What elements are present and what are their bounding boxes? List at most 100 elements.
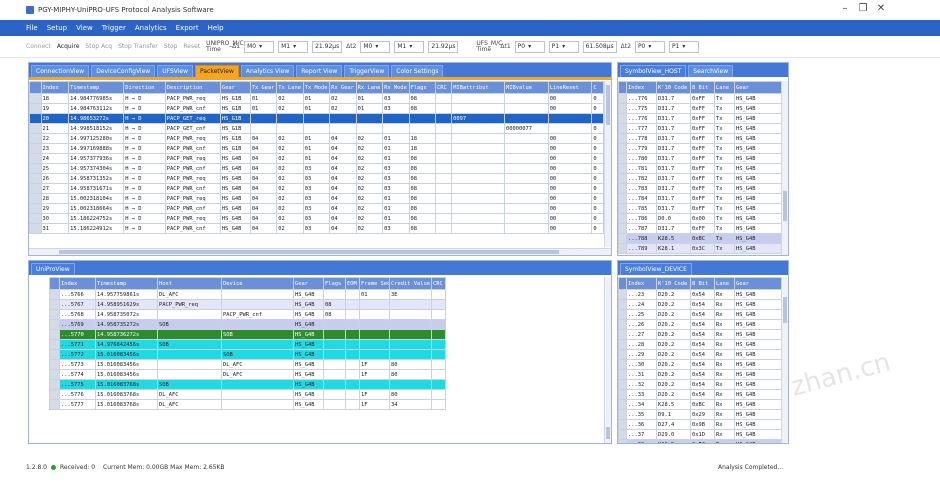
unipro-scrollbar[interactable] [604, 277, 611, 443]
symbol-host-scrollbar[interactable] [781, 81, 788, 255]
column-header[interactable]: Rx Gear [329, 81, 357, 94]
row-header[interactable] [29, 183, 42, 194]
table-row[interactable]: ...5766 14.957759861s DL_AFC HS_G4B 01 3E [49, 289, 606, 300]
row-header[interactable] [618, 213, 627, 224]
maximize-button[interactable]: ❐ [856, 3, 870, 14]
table-row[interactable]: ...5776 15.016083768s DL_AFC HS_G4B 1F 80 [49, 389, 606, 400]
table-row[interactable]: 25 14.957374304s H → D PACP_PWR_cnf HS_G4B 04… [29, 163, 604, 174]
table-row[interactable]: ...5768 14.958735072s PACP_PWR_cnf HS_G4B 08 [49, 309, 606, 320]
row-header[interactable] [29, 223, 42, 234]
table-row[interactable]: 31 15.186224912s H → D PACP_PWR_cnf HS_G4B 04… [29, 223, 604, 234]
table-row[interactable]: ...5769 14.958735272s SOB HS_G4B [49, 319, 606, 330]
column-header[interactable]: Gear [734, 277, 781, 290]
table-row[interactable]: ...5777 15.016083768s DL_AFC HS_G4B 1F 34 [49, 399, 606, 410]
table-row[interactable]: ...788 K28.5 0xBC Tx HS_G4B [618, 233, 781, 244]
table-row[interactable]: ...24 D20.2 0x54 Rx HS_G4B [618, 299, 781, 310]
marker-select-p1[interactable]: P1 ▾ [548, 40, 579, 53]
stop-acq-button[interactable]: Stop Acq [85, 43, 112, 50]
table-row[interactable]: ...778 D31.7 0xFF Tx HS_G4B [618, 133, 781, 144]
marker-select-m1-b[interactable]: M1 ▾ [394, 40, 425, 53]
marker-select-m0-b[interactable]: M0 ▾ [360, 40, 391, 53]
marker-select-m0[interactable]: M0 ▾ [244, 40, 275, 53]
marker-select-m1[interactable]: M1 ▾ [278, 40, 309, 53]
table-row[interactable]: ...787 D31.7 0xFF Tx HS_G4B [618, 223, 781, 234]
row-header[interactable] [29, 163, 42, 174]
row-header[interactable] [618, 153, 627, 164]
row-header[interactable] [618, 113, 627, 124]
row-header[interactable] [49, 369, 60, 380]
tab-packet-view[interactable]: PacketView [195, 65, 239, 77]
row-header[interactable] [618, 289, 627, 300]
menu-analytics[interactable]: Analytics [135, 24, 167, 32]
table-row[interactable]: 24 14.957377936s H → D PACP_PWR_req HS_G4B 04… [29, 153, 604, 164]
row-header[interactable] [618, 233, 627, 244]
table-row[interactable]: ...784 D31.7 0xFF Tx HS_G4B [618, 193, 781, 204]
row-header[interactable] [618, 103, 627, 114]
row-header[interactable] [618, 369, 627, 380]
column-header[interactable]: Gear [734, 81, 781, 94]
menu-view[interactable]: View [76, 24, 93, 32]
row-header[interactable] [618, 299, 627, 310]
table-row[interactable]: ...5773 15.016083456s DL_AFC HS_G4B 1F 80 [49, 359, 606, 370]
table-row[interactable]: ...38K28.50xBCRxHS_G4B [618, 439, 781, 443]
row-header[interactable] [618, 409, 627, 420]
row-header[interactable] [618, 93, 627, 104]
table-row[interactable]: 28 15.002318104s H → D PACP_PWR_req HS_G4B 04… [29, 193, 604, 204]
tab-ufs-view[interactable]: UFSView [157, 65, 193, 77]
ufs-delta1-time-field[interactable]: 61.508μs [582, 40, 617, 53]
row-header[interactable] [49, 329, 60, 340]
column-header[interactable]: C [591, 81, 604, 94]
table-row[interactable]: ...782 D31.7 0xFF Tx HS_G4B [618, 173, 781, 184]
row-header[interactable] [618, 399, 627, 410]
table-row[interactable]: ...27 D20.2 0x54 Rx HS_G4B [618, 329, 781, 340]
table-row[interactable]: ...775 D31.7 0xFF Tx HS_G4B [618, 103, 781, 114]
row-header[interactable] [29, 153, 42, 164]
packet-horizontal-scrollbar[interactable] [29, 248, 611, 255]
row-header[interactable] [618, 359, 627, 370]
column-header[interactable]: Tx Mode [302, 81, 331, 94]
table-row[interactable]: ...785 D31.7 0xFF Tx HS_G4B [618, 203, 781, 214]
column-header[interactable]: Host [157, 277, 222, 290]
column-header[interactable]: MIBattribut [451, 81, 505, 94]
row-header[interactable] [618, 329, 627, 340]
table-row[interactable]: 30 15.186224752s H → D PACP_PWR_req HS_G4B 04… [29, 213, 604, 224]
table-row[interactable]: ...776 D31.7 0xFF Tx HS_G4B [618, 113, 781, 124]
row-header[interactable] [618, 183, 627, 194]
row-header[interactable] [29, 93, 42, 104]
table-row[interactable]: ...29 D20.2 0x54 Rx HS_G4B [618, 349, 781, 360]
tab-device-config-view[interactable]: DeviceConfigView [91, 65, 156, 77]
reset-button[interactable]: Reset [183, 43, 200, 50]
row-header[interactable] [29, 113, 42, 124]
table-row[interactable]: ...33 D20.2 0x54 Rx HS_G4B [618, 389, 781, 400]
row-header[interactable] [29, 213, 42, 224]
table-row[interactable]: ...781 D31.7 0xFF Tx HS_G4B [618, 163, 781, 174]
table-row[interactable]: ...32 D20.2 0x54 Rx HS_G4B [618, 379, 781, 390]
column-header[interactable]: LineReset [547, 81, 593, 94]
row-header[interactable] [618, 339, 627, 350]
marker-select-p0[interactable]: P0 ▾ [514, 40, 545, 53]
row-header[interactable] [618, 193, 627, 204]
table-row[interactable]: 27 14.958731671s H → D PACP_PWR_cnf HS_G4B 04… [29, 183, 604, 194]
row-header[interactable] [49, 289, 60, 300]
row-header[interactable] [618, 143, 627, 154]
table-row[interactable]: ...777 D31.7 0xFF Tx HS_G4B [618, 123, 781, 134]
row-header[interactable] [49, 309, 60, 320]
table-row[interactable]: ...23 D20.2 0x54 Rx HS_G4B [618, 289, 781, 300]
close-button[interactable]: ✕ [874, 3, 888, 14]
table-row[interactable]: ...26 D20.2 0x54 Rx HS_G4B [618, 319, 781, 330]
table-row[interactable]: ...36 D27.4 0x9B Rx HS_G4B [618, 419, 781, 430]
column-header[interactable]: Flags [408, 81, 436, 94]
column-header[interactable]: Description [164, 81, 221, 94]
row-header[interactable] [49, 299, 60, 310]
tab-symbol-device[interactable]: SymbolView_DEVICE [620, 263, 692, 275]
row-header[interactable] [29, 173, 42, 184]
tab-search-view[interactable]: SearchView [688, 65, 734, 77]
table-row[interactable]: ...34 K28.5 0xBC Rx HS_G4B [618, 399, 781, 410]
table-row[interactable]: 29 15.002318664s H → D PACP_PWR_cnf HS_G4B 04… [29, 203, 604, 214]
row-header[interactable] [618, 203, 627, 214]
menu-file[interactable]: File [26, 24, 38, 32]
column-header[interactable]: Index [59, 277, 96, 290]
column-header[interactable]: 8 Bit [690, 81, 715, 94]
column-header[interactable]: K'10 Code [656, 81, 691, 94]
table-row[interactable]: ...5770 14.958736272s SOB HS_G4B [49, 329, 606, 340]
